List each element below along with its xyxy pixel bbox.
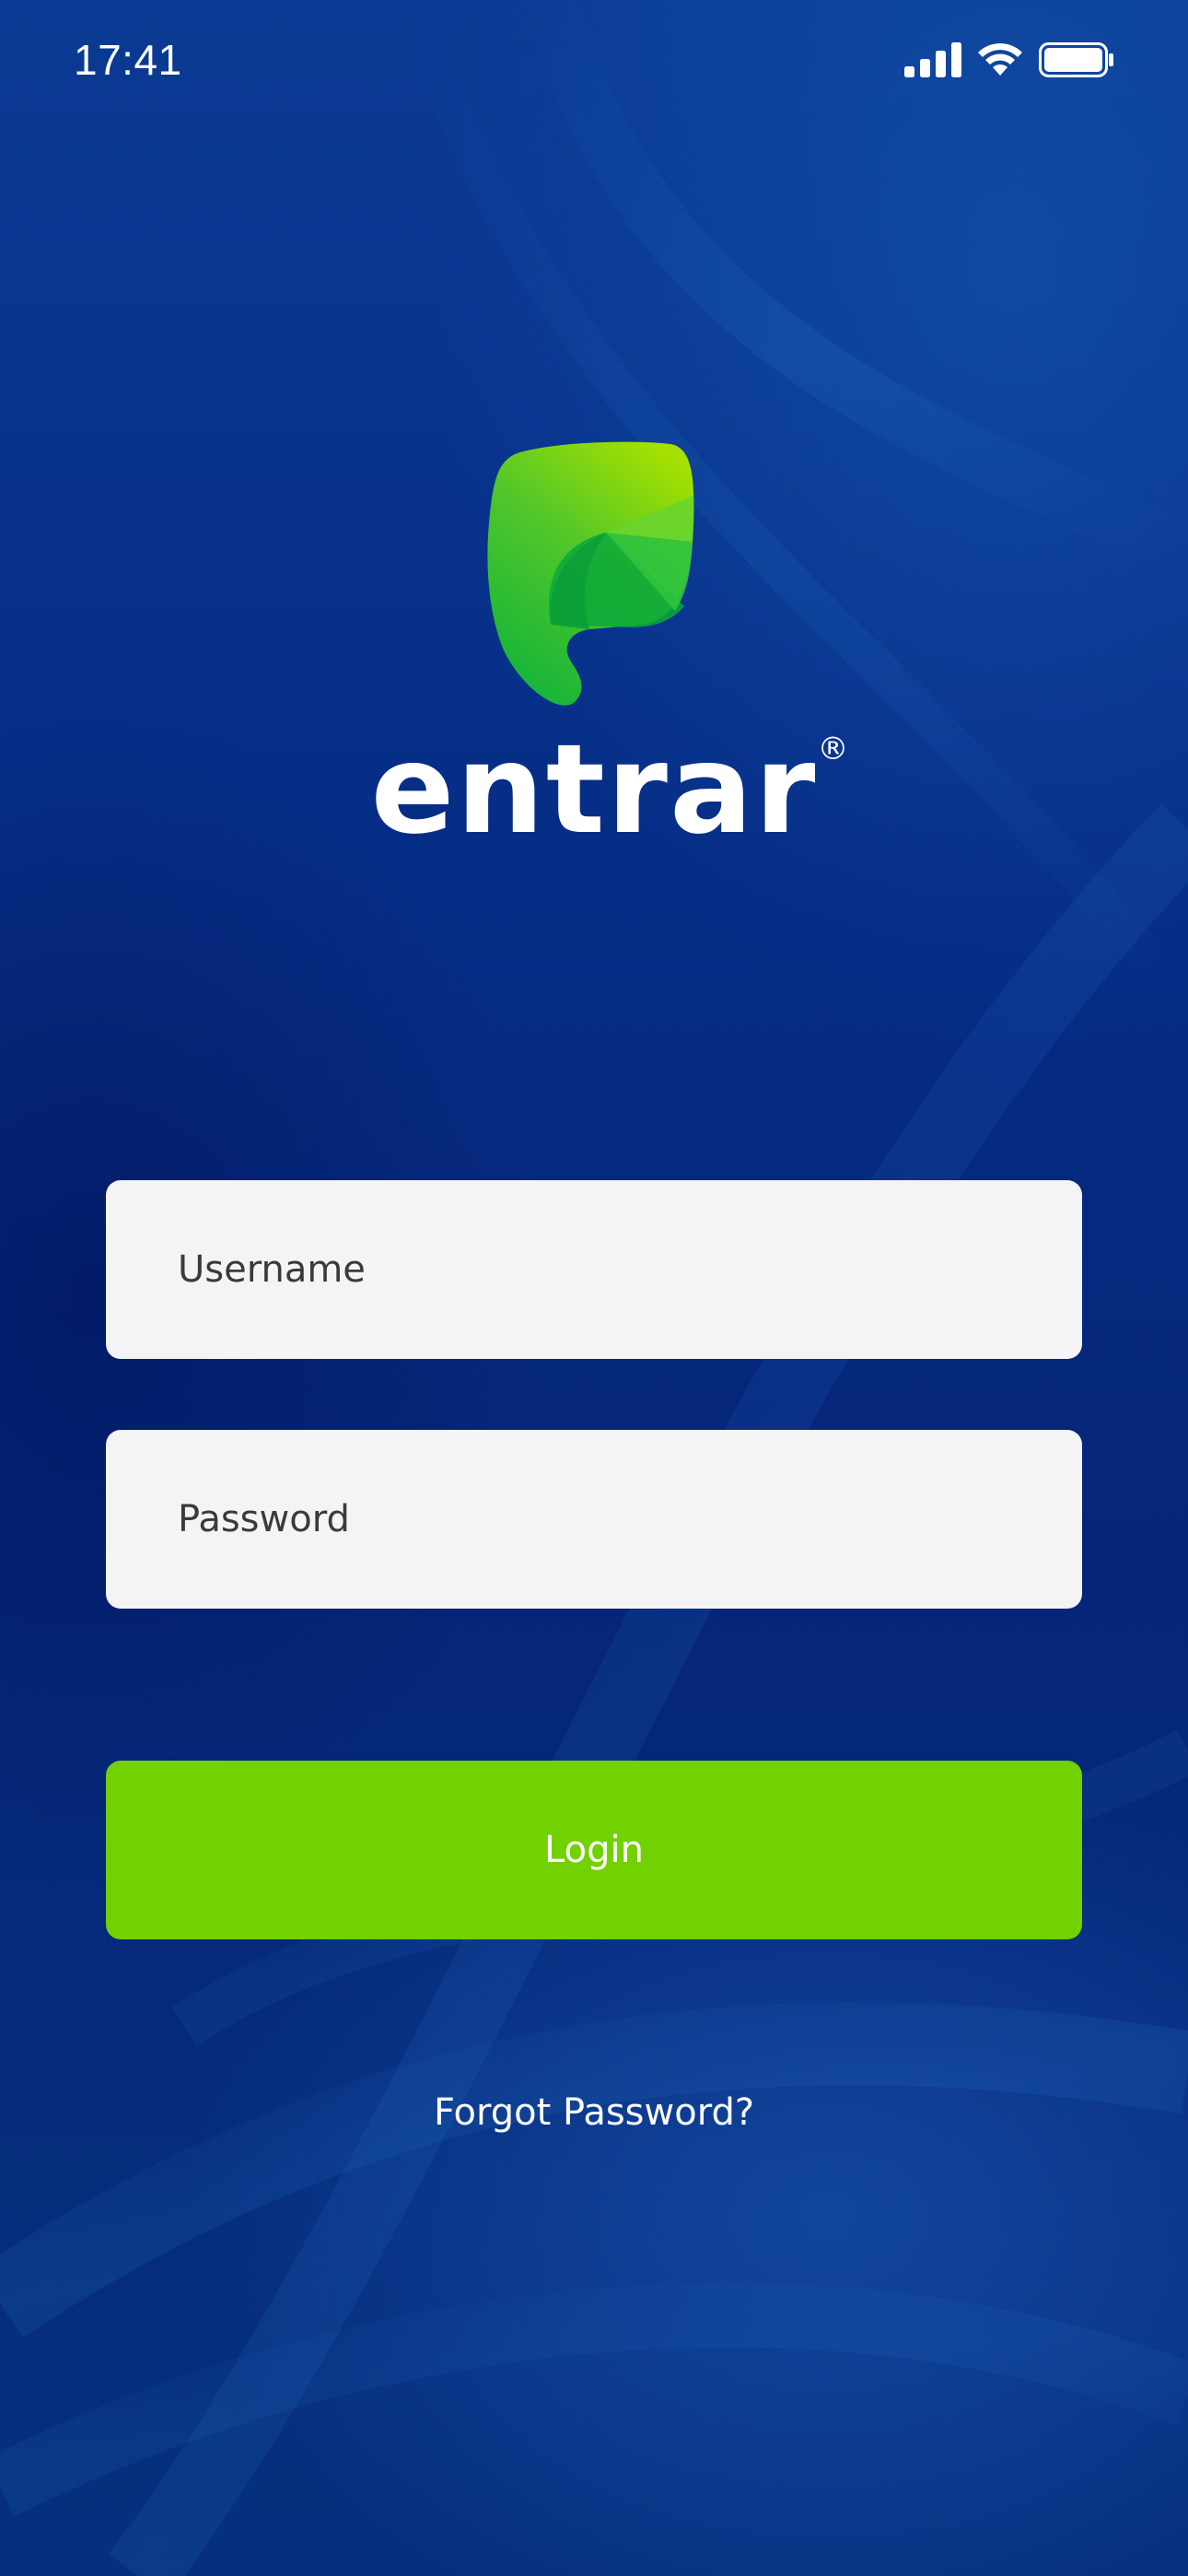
registered-mark: ® bbox=[817, 731, 851, 767]
status-bar: 17:41 bbox=[0, 0, 1188, 129]
login-button[interactable]: Login bbox=[106, 1761, 1082, 1939]
leaf-logo-icon bbox=[487, 441, 694, 706]
login-screen: 17:41 entrar ® Username Login Forgot Pas… bbox=[0, 0, 1188, 2576]
username-input[interactable] bbox=[176, 1247, 1082, 1292]
brand-wordmark: entrar ® bbox=[0, 728, 1188, 851]
status-time: 17:41 bbox=[74, 36, 182, 84]
password-field-container bbox=[106, 1430, 1082, 1609]
forgot-password-link[interactable]: Forgot Password? bbox=[0, 2091, 1188, 2134]
username-field-container bbox=[106, 1180, 1082, 1359]
battery-icon bbox=[1039, 42, 1113, 77]
cellular-signal-icon bbox=[904, 42, 961, 77]
password-input[interactable] bbox=[176, 1497, 1082, 1541]
status-icons bbox=[904, 42, 1114, 77]
wifi-icon bbox=[978, 43, 1022, 76]
brand-name: entrar bbox=[370, 718, 818, 861]
